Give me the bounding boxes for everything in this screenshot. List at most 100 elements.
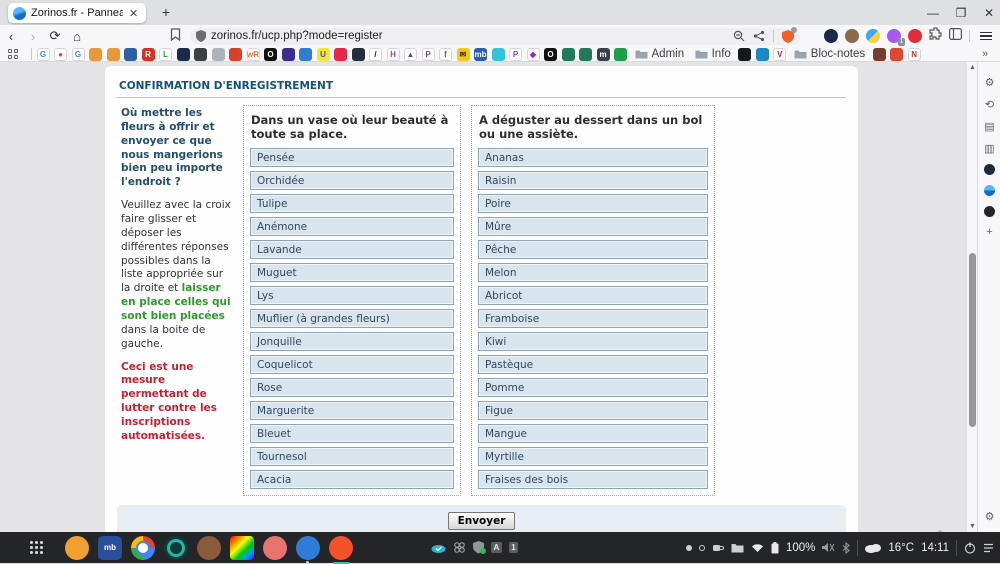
draggable-flower-item[interactable]: Pensée: [250, 148, 454, 167]
bookmark-item[interactable]: [177, 48, 190, 61]
bookmark-item[interactable]: [756, 48, 769, 61]
draggable-flower-item[interactable]: Lavande: [250, 240, 454, 259]
sidebar-history-icon[interactable]: ⟲: [978, 98, 1000, 111]
bookmark-item[interactable]: [873, 48, 886, 61]
bookmark-item[interactable]: [282, 48, 295, 61]
draggable-flower-item[interactable]: Muflier (à grandes fleurs): [250, 309, 454, 328]
wifi-icon[interactable]: [751, 543, 764, 553]
draggable-fruit-item[interactable]: Pêche: [478, 240, 708, 259]
bookmark-item[interactable]: mb: [474, 48, 487, 61]
taskbar-app-icon[interactable]: [296, 536, 320, 560]
session-menu-icon[interactable]: [983, 543, 994, 553]
app-launcher-icon[interactable]: [30, 541, 43, 554]
caffeine-icon[interactable]: [712, 543, 724, 553]
bookmark-item[interactable]: [492, 48, 505, 61]
bookmark-item[interactable]: [107, 48, 120, 61]
sidebar-bottom-settings-icon[interactable]: ⚙: [978, 510, 1000, 523]
minimize-button[interactable]: —: [926, 6, 940, 20]
bookmark-item[interactable]: Admin: [632, 48, 688, 60]
draggable-fruit-item[interactable]: Mûre: [478, 217, 708, 236]
draggable-fruit-item[interactable]: Framboise: [478, 309, 708, 328]
bookmark-item[interactable]: f: [439, 48, 452, 61]
zoom-out-icon[interactable]: [733, 30, 745, 42]
draggable-flower-item[interactable]: Muguet: [250, 263, 454, 282]
files-tray-icon[interactable]: [731, 543, 744, 553]
bookmark-item[interactable]: U: [317, 48, 330, 61]
settings-daemon-icon[interactable]: [453, 541, 466, 554]
draggable-fruit-item[interactable]: Fraises des bois: [478, 470, 708, 489]
bookmark-item[interactable]: [738, 48, 751, 61]
page-scrollbar[interactable]: ▲ ▼: [966, 62, 977, 532]
temperature-label[interactable]: 16°C: [888, 542, 914, 554]
taskbar-app-icon[interactable]: [329, 536, 353, 560]
draggable-flower-item[interactable]: Lys: [250, 286, 454, 305]
draggable-flower-item[interactable]: Tournesol: [250, 447, 454, 466]
extension-icon-2[interactable]: [845, 29, 859, 43]
restore-button[interactable]: ❐: [954, 6, 968, 20]
volume-muted-icon[interactable]: [822, 542, 835, 553]
draggable-fruit-item[interactable]: Raisin: [478, 171, 708, 190]
bookmark-item[interactable]: /: [369, 48, 382, 61]
share-icon[interactable]: [753, 30, 765, 42]
taskbar-app-icon[interactable]: mb: [98, 536, 122, 560]
sidebar-reader-icon[interactable]: ▥: [978, 142, 1000, 155]
extensions-puzzle-icon[interactable]: [929, 27, 942, 45]
bookmark-item[interactable]: ✉: [457, 48, 470, 61]
bookmark-item[interactable]: Info: [692, 48, 734, 60]
bookmark-item[interactable]: L: [159, 48, 172, 61]
cloud-sync-icon[interactable]: [431, 543, 446, 553]
sidebar-webpanel-2[interactable]: [984, 206, 995, 217]
weather-cloud-icon[interactable]: [865, 542, 881, 553]
bookmark-item[interactable]: P: [422, 48, 435, 61]
extension-icon-3[interactable]: [866, 29, 880, 43]
bookmark-item[interactable]: [334, 48, 347, 61]
draggable-flower-item[interactable]: Rose: [250, 378, 454, 397]
bookmark-item[interactable]: V: [773, 48, 786, 61]
bookmark-icon[interactable]: [166, 28, 184, 44]
sidebar-webpanel-zorin[interactable]: [984, 185, 995, 196]
bookmark-item[interactable]: [299, 48, 312, 61]
bookmark-item[interactable]: O: [544, 48, 557, 61]
draggable-flower-item[interactable]: Coquelicot: [250, 355, 454, 374]
clock-label[interactable]: 14:11: [921, 542, 949, 554]
bookmark-item[interactable]: ▲: [404, 48, 417, 61]
sidebar-save-icon[interactable]: ▤: [978, 120, 1000, 133]
bookmark-item[interactable]: [229, 48, 242, 61]
sidebar-webpanel-1[interactable]: [984, 164, 995, 175]
extension-icon-1[interactable]: [824, 29, 838, 43]
bookmark-item[interactable]: [890, 48, 903, 61]
submit-button[interactable]: Envoyer: [448, 512, 516, 530]
draggable-fruit-item[interactable]: Pomme: [478, 378, 708, 397]
forward-button[interactable]: ›: [22, 29, 44, 44]
draggable-flower-item[interactable]: Marguerite: [250, 401, 454, 420]
menu-icon[interactable]: [980, 32, 992, 41]
sidebar-toggle-icon[interactable]: [949, 27, 962, 45]
bookmark-item[interactable]: G: [37, 48, 50, 61]
privacy-badger-icon[interactable]: [782, 30, 794, 43]
draggable-fruit-item[interactable]: Abricot: [478, 286, 708, 305]
home-button[interactable]: ⌂: [66, 29, 88, 44]
tracking-shield-icon[interactable]: [196, 30, 206, 42]
draggable-flower-item[interactable]: Anémone: [250, 217, 454, 236]
bookmark-item[interactable]: m: [597, 48, 610, 61]
draggable-fruit-item[interactable]: Myrtille: [478, 447, 708, 466]
url-bar[interactable]: zorinos.fr/ucp.php?mode=register: [190, 28, 800, 45]
tab-close-icon[interactable]: ✕: [128, 7, 139, 20]
bookmark-item[interactable]: ◆: [527, 48, 540, 61]
bookmark-item[interactable]: N: [908, 48, 921, 61]
bluetooth-icon[interactable]: [842, 542, 850, 554]
bookmark-item[interactable]: [562, 48, 575, 61]
draggable-flower-item[interactable]: Jonquille: [250, 332, 454, 351]
bookmarks-overflow-chevron[interactable]: »: [978, 48, 992, 60]
security-shield-icon[interactable]: [473, 541, 484, 554]
bookmark-item[interactable]: [89, 48, 102, 61]
browser-tab[interactable]: Zorinos.fr - Panneau de contrôle de l'ut…: [8, 3, 146, 23]
draggable-fruit-item[interactable]: Pastèque: [478, 355, 708, 374]
bookmark-item[interactable]: wR: [247, 48, 260, 61]
scrollbar-thumb[interactable]: [969, 253, 976, 427]
draggable-flower-item[interactable]: Bleuet: [250, 424, 454, 443]
bookmark-item[interactable]: [614, 48, 627, 61]
extension-icon-4[interactable]: 1: [887, 29, 901, 43]
bookmark-item[interactable]: O: [264, 48, 277, 61]
draggable-fruit-item[interactable]: Poire: [478, 194, 708, 213]
